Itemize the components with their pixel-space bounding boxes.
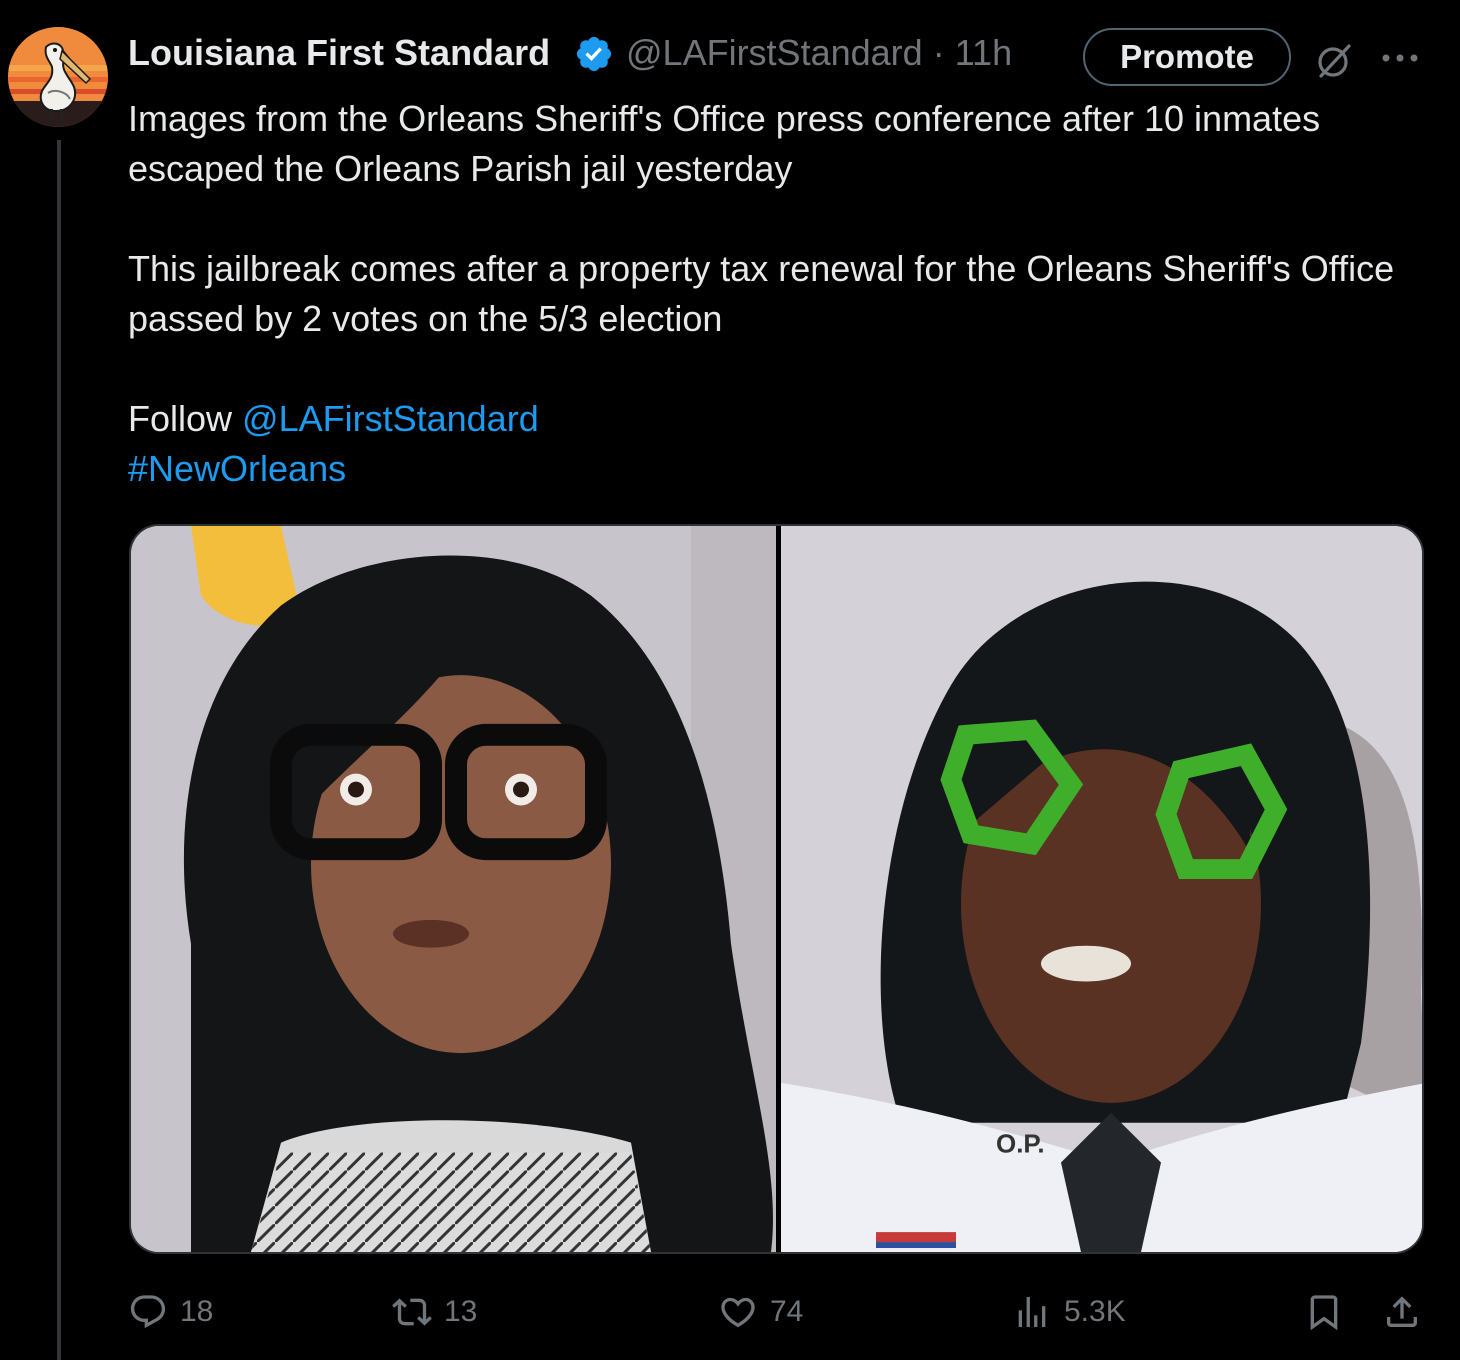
reply-button[interactable]: 18 (128, 1282, 213, 1342)
reply-icon (130, 1295, 166, 1329)
tweet-paragraph-1: Images from the Orleans Sheriff's Office… (128, 98, 1321, 189)
tweet-time[interactable]: 11h (955, 32, 1012, 73)
analytics-icon (1018, 1297, 1046, 1327)
grok-icon[interactable] (1313, 40, 1355, 82)
views-count: 5.3K (1064, 1295, 1126, 1328)
author-handle[interactable]: @LAFirstStandard (626, 32, 923, 73)
photo-right[interactable]: O.P. (781, 526, 1422, 1252)
author-name[interactable]: Louisiana First Standard (128, 32, 550, 74)
tweet-text: Images from the Orleans Sheriff's Office… (128, 94, 1428, 494)
more-options-icon[interactable] (1380, 46, 1420, 70)
uniform-badge-text: O.P. (996, 1131, 1045, 1159)
action-bar: 18 13 74 5.3K (128, 1282, 1428, 1342)
author-meta: @LAFirstStandard · 11h (626, 32, 1012, 74)
media-grid: O.P. (129, 524, 1424, 1254)
promote-button[interactable]: Promote (1083, 28, 1291, 86)
tweet: Louisiana First Standard @LAFirstStandar… (0, 0, 1460, 1360)
like-button[interactable]: 74 (718, 1282, 803, 1342)
tweet-follow-line: Follow @LAFirstStandard (128, 394, 1428, 444)
author-avatar[interactable] (8, 27, 108, 127)
meta-separator: · (932, 32, 945, 73)
verified-badge-icon[interactable] (574, 34, 614, 74)
views-button[interactable]: 5.3K (1012, 1282, 1126, 1342)
tweet-header: Louisiana First Standard @LAFirstStandar… (128, 28, 1460, 86)
share-icon (1387, 1296, 1417, 1327)
photo-right-image: O.P. (781, 526, 1422, 1252)
hashtag-link[interactable]: #NewOrleans (128, 448, 346, 489)
repost-count: 13 (444, 1295, 478, 1328)
mention-link[interactable]: @LAFirstStandard (242, 398, 539, 439)
thread-line (57, 140, 61, 1360)
photo-left[interactable] (131, 526, 776, 1252)
reply-count: 18 (180, 1295, 214, 1328)
tweet-paragraph-2: This jailbreak comes after a property ta… (128, 248, 1395, 339)
repost-button[interactable]: 13 (392, 1282, 477, 1342)
photo-left-image (131, 526, 776, 1252)
follow-prefix: Follow (128, 398, 233, 439)
bookmark-icon (1310, 1295, 1338, 1331)
like-count: 74 (770, 1295, 804, 1328)
bookmark-button[interactable] (1304, 1282, 1344, 1342)
share-button[interactable] (1382, 1282, 1422, 1342)
pelican-logo (8, 27, 108, 127)
repost-icon (392, 1298, 432, 1326)
heart-icon (721, 1297, 755, 1328)
